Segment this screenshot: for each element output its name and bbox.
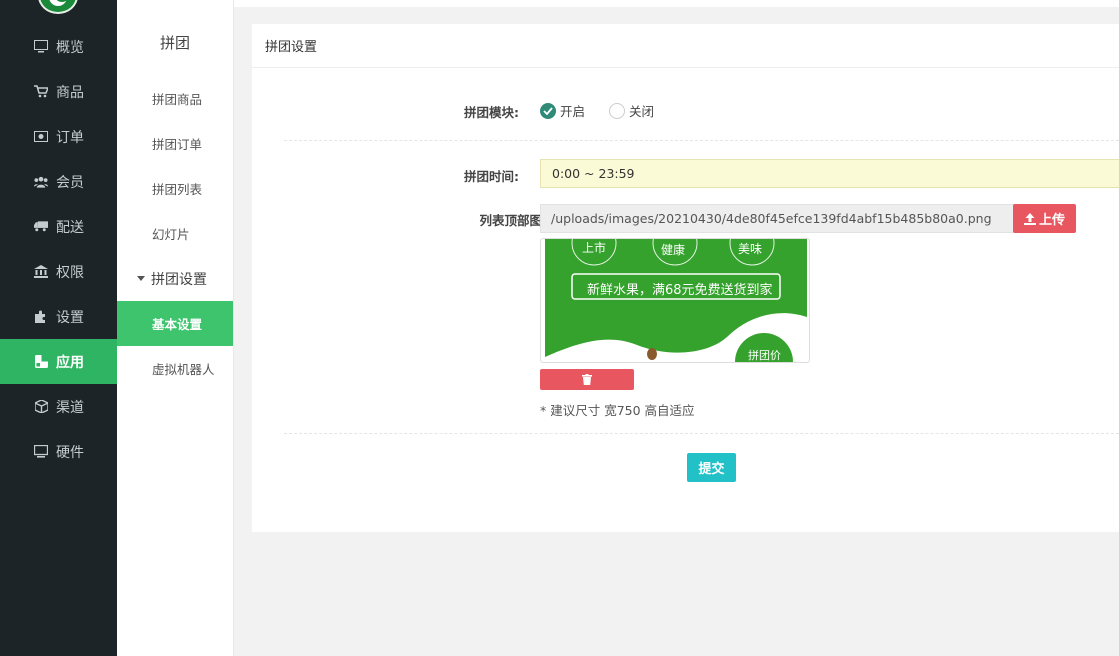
sidebar-item-settings[interactable]: 设置 (0, 294, 117, 339)
subnav-item-basic-settings[interactable]: 基本设置 (117, 301, 233, 346)
time-range-input[interactable]: 0:00 ~ 23:59 (540, 159, 1119, 188)
sidebar-item-label: 概览 (56, 39, 84, 56)
subnav-item-group-list[interactable]: 拼团列表 (117, 166, 233, 211)
submit-button[interactable]: 提交 (687, 453, 736, 482)
badge-text: 健康 (661, 243, 686, 257)
subnav-title: 拼团 (159, 33, 190, 52)
monitor-icon (34, 40, 48, 54)
main-sidebar: 概览 商品 订单 会员 配送 权限 设置 应用 渠道 硬件 (0, 0, 117, 656)
banner-path-input[interactable]: /uploads/images/20210430/4de80f45efce139… (540, 204, 1014, 233)
sidebar-item-label: 配送 (56, 219, 84, 236)
size-hint: * 建议尺寸 宽750 高自适应 (540, 403, 695, 418)
upload-button[interactable]: 上传 (1013, 204, 1076, 233)
main-nav: 概览 商品 订单 会员 配送 权限 设置 应用 渠道 硬件 (0, 24, 117, 474)
sidebar-item-label: 商品 (56, 84, 84, 101)
desktop-icon (34, 445, 48, 459)
badge-text: 上市 (582, 241, 607, 255)
puzzle-icon (34, 310, 48, 324)
slogan-text: 新鲜水果，满68元免费送货到家 (587, 283, 773, 298)
sidebar-item-label: 硬件 (56, 444, 84, 461)
radio-disable[interactable]: 关闭 (609, 101, 654, 120)
sub-sidebar: 拼团 拼团商品 拼团订单 拼团列表 幻灯片 拼团设置 基本设置 虚拟机器人 (117, 0, 234, 656)
empty-circle-icon (609, 102, 625, 119)
subnav-item-group-goods[interactable]: 拼团商品 (117, 76, 233, 121)
divider (284, 433, 1119, 434)
sidebar-item-overview[interactable]: 概览 (0, 24, 117, 69)
upload-icon (1023, 212, 1036, 225)
radio-enable[interactable]: 开启 (540, 101, 585, 120)
sidebar-item-orders[interactable]: 订单 (0, 114, 117, 159)
time-label: 拼团时间: (464, 169, 519, 184)
truck-icon (34, 220, 48, 234)
subnav-item-group-orders[interactable]: 拼团订单 (117, 121, 233, 166)
banner-preview-image: 上市 健康 美味 新鲜水果，满68元免费送货到家 拼团价 (540, 238, 810, 363)
delete-image-button[interactable] (540, 369, 634, 390)
users-icon (34, 175, 48, 189)
divider (284, 140, 1119, 141)
cube-icon (34, 400, 48, 414)
banner-label: 列表顶部图: (479, 213, 548, 228)
caret-down-icon (137, 276, 145, 281)
subnav-item-slides[interactable]: 幻灯片 (117, 211, 233, 256)
sidebar-item-label: 渠道 (56, 399, 84, 416)
sidebar-item-label: 会员 (56, 174, 84, 191)
sidebar-item-label: 设置 (56, 309, 84, 326)
trash-icon (582, 374, 592, 385)
subnav-item-virtual-robot[interactable]: 虚拟机器人 (117, 346, 233, 391)
apps-icon (34, 355, 48, 369)
top-strip (234, 0, 1119, 7)
sidebar-item-channels[interactable]: 渠道 (0, 384, 117, 429)
upload-label: 上传 (1038, 213, 1065, 228)
badge-text: 美味 (738, 242, 763, 256)
sidebar-item-delivery[interactable]: 配送 (0, 204, 117, 249)
module-label: 拼团模块: (464, 105, 519, 120)
sidebar-item-label: 应用 (56, 354, 84, 371)
sidebar-item-label: 权限 (56, 264, 84, 281)
radio-enable-label: 开启 (560, 104, 586, 119)
cart-icon (34, 85, 48, 99)
radio-disable-label: 关闭 (629, 104, 655, 119)
check-circle-icon (540, 102, 556, 119)
sidebar-item-members[interactable]: 会员 (0, 159, 117, 204)
subnav-group-settings[interactable]: 拼团设置 (117, 256, 233, 301)
sidebar-item-permissions[interactable]: 权限 (0, 249, 117, 294)
money-icon (34, 130, 48, 144)
sidebar-item-goods[interactable]: 商品 (0, 69, 117, 114)
settings-panel: 拼团设置 拼团模块: 开启 关闭 拼团时间: 0:00 ~ 23:59 列表顶部… (252, 24, 1119, 532)
subnav-group-label: 拼团设置 (151, 271, 207, 288)
app-logo (38, 0, 78, 14)
bank-icon (34, 265, 48, 279)
panel-title: 拼团设置 (252, 24, 1119, 68)
sidebar-item-hardware[interactable]: 硬件 (0, 429, 117, 474)
sidebar-item-label: 订单 (56, 129, 84, 146)
sidebar-item-apps[interactable]: 应用 (0, 339, 117, 384)
price-tag-text: 拼团价 (748, 349, 781, 362)
